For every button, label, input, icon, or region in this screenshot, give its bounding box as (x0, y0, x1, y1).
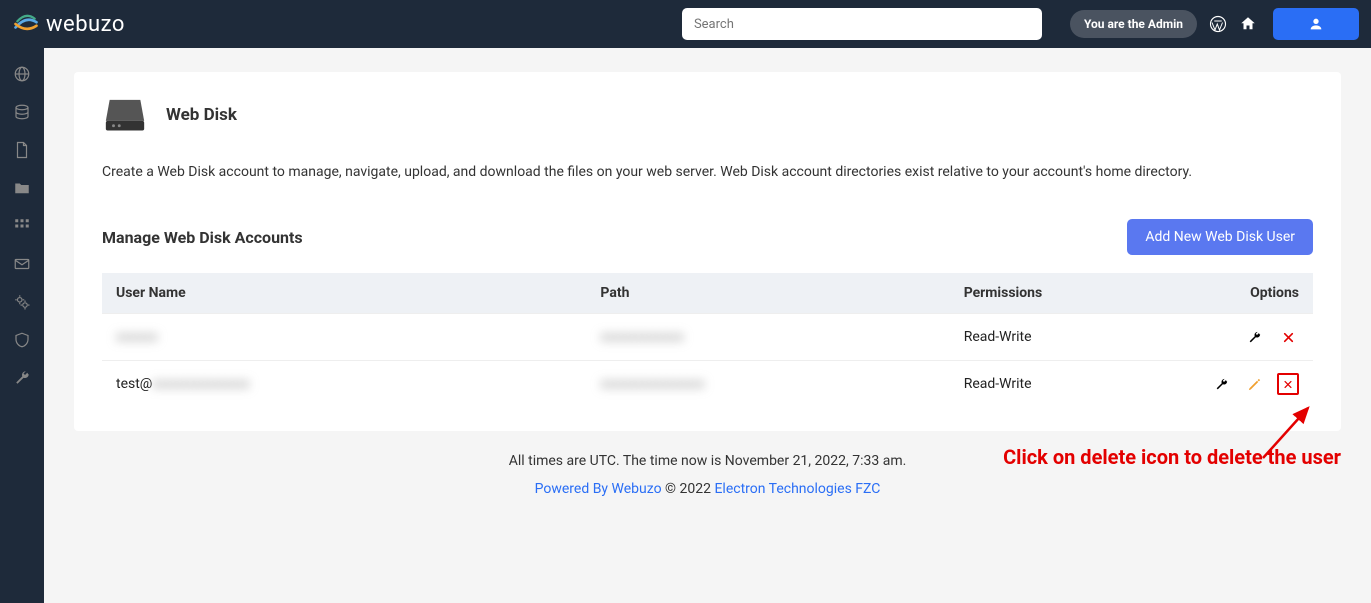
user-menu-button[interactable] (1273, 8, 1359, 40)
wordpress-icon[interactable] (1209, 15, 1227, 33)
configure-icon[interactable] (1244, 326, 1266, 348)
table-row: test@xxxxxxxxxxxxxx xxxxxxxxxxxxxxx Read… (102, 361, 1313, 408)
database-icon[interactable] (12, 102, 32, 122)
logo-swirl-icon (12, 10, 40, 38)
logo[interactable]: webuzo (12, 10, 125, 38)
accounts-table: User Name Path Permissions Options xxxxx… (102, 273, 1313, 407)
webdisk-icon (102, 96, 148, 134)
edit-icon[interactable] (1244, 373, 1266, 395)
col-path: Path (586, 273, 949, 314)
folder-icon[interactable] (12, 178, 32, 198)
page-description: Create a Web Disk account to manage, nav… (102, 162, 1313, 183)
table-row: xxxxxx xxxxxxxxxxxx Read-Write (102, 314, 1313, 361)
shield-icon[interactable] (12, 330, 32, 350)
file-icon[interactable] (12, 140, 32, 160)
logo-text: webuzo (46, 12, 125, 37)
main-card: Web Disk Create a Web Disk account to ma… (74, 72, 1341, 431)
admin-badge: You are the Admin (1070, 10, 1197, 38)
col-options: Options (1131, 273, 1313, 314)
page-title: Web Disk (166, 105, 237, 125)
user-icon (1308, 16, 1324, 32)
configure-icon[interactable] (1210, 373, 1232, 395)
company-link[interactable]: Electron Technologies FZC (714, 481, 880, 497)
globe-icon[interactable] (12, 64, 32, 84)
cell-username: xxxxxx (102, 314, 586, 361)
cell-permissions: Read-Write (950, 361, 1132, 408)
home-icon[interactable] (1239, 15, 1257, 33)
search-input[interactable] (682, 8, 1042, 40)
delete-icon[interactable] (1277, 373, 1299, 395)
apps-icon[interactable] (12, 216, 32, 236)
cell-path: xxxxxxxxxxxxxxx (586, 361, 949, 408)
add-webdisk-user-button[interactable]: Add New Web Disk User (1127, 219, 1313, 255)
cell-username: test@xxxxxxxxxxxxxx (102, 361, 586, 408)
col-permissions: Permissions (950, 273, 1132, 314)
gears-icon[interactable] (12, 292, 32, 312)
wrench-icon[interactable] (12, 368, 32, 388)
delete-icon[interactable] (1277, 326, 1299, 348)
cell-permissions: Read-Write (950, 314, 1132, 361)
powered-by-link[interactable]: Powered By Webuzo (535, 481, 662, 497)
section-title: Manage Web Disk Accounts (102, 228, 303, 247)
col-username: User Name (102, 273, 586, 314)
cell-path: xxxxxxxxxxxx (586, 314, 949, 361)
mail-icon[interactable] (12, 254, 32, 274)
annotation-text: Click on delete icon to delete the user (1003, 445, 1341, 469)
